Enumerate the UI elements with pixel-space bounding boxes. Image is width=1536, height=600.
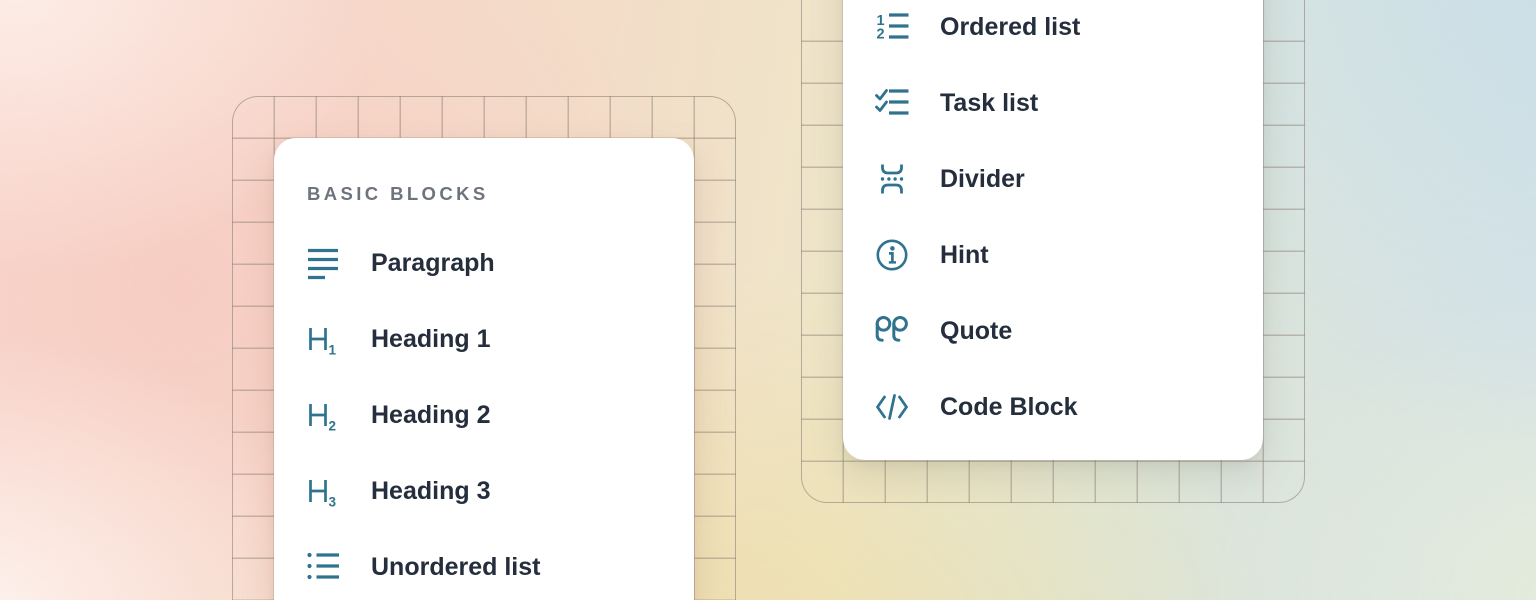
menu-rows: Paragraph 1 Heading 1 2 Heading 2	[274, 225, 694, 600]
menu-item-ordered-list[interactable]: 1 2 Ordered list	[843, 0, 1263, 65]
code-block-icon	[874, 389, 910, 425]
heading-3-icon: 3	[305, 473, 341, 509]
menu-item-heading-1[interactable]: 1 Heading 1	[274, 301, 694, 377]
menu-item-heading-3[interactable]: 3 Heading 3	[274, 453, 694, 529]
menu-item-quote[interactable]: Quote	[843, 293, 1263, 369]
svg-text:2: 2	[329, 419, 337, 434]
svg-text:2: 2	[877, 27, 885, 43]
menu-item-label: Quote	[940, 317, 1012, 346]
menu-item-label: Task list	[940, 89, 1038, 118]
menu-item-label: Divider	[940, 165, 1025, 194]
unordered-list-icon	[305, 549, 341, 585]
hint-icon	[874, 237, 910, 273]
menu-item-label: Hint	[940, 241, 989, 270]
block-menu-illustration: { "left_menu": { "section_header": "BASI…	[0, 0, 1536, 600]
menu-item-label: Ordered list	[940, 13, 1080, 42]
menu-item-heading-2[interactable]: 2 Heading 2	[274, 377, 694, 453]
menu-item-label: Paragraph	[371, 249, 495, 278]
menu-item-label: Heading 1	[371, 325, 490, 354]
menu-item-label: Code Block	[940, 393, 1078, 422]
task-list-icon	[874, 85, 910, 121]
paragraph-icon	[305, 245, 341, 281]
basic-blocks-menu-card: BASIC BLOCKS Paragraph 1 Heading 1 2	[274, 138, 694, 600]
menu-item-divider[interactable]: Divider	[843, 141, 1263, 217]
svg-text:1: 1	[329, 343, 337, 358]
menu-item-task-list[interactable]: Task list	[843, 65, 1263, 141]
heading-2-icon: 2	[305, 397, 341, 433]
menu-rows: 1 2 Ordered list Task list	[843, 0, 1263, 445]
menu-item-label: Heading 2	[371, 401, 490, 430]
heading-1-icon: 1	[305, 321, 341, 357]
menu-item-unordered-list[interactable]: Unordered list	[274, 529, 694, 600]
section-header-basic-blocks: BASIC BLOCKS	[307, 183, 489, 205]
svg-text:3: 3	[329, 495, 337, 510]
blocks-menu-card: 1 2 Ordered list Task list	[843, 0, 1263, 460]
ordered-list-icon: 1 2	[874, 9, 910, 45]
menu-item-hint[interactable]: Hint	[843, 217, 1263, 293]
menu-item-label: Unordered list	[371, 553, 540, 582]
menu-item-code-block[interactable]: Code Block	[843, 369, 1263, 445]
menu-item-label: Heading 3	[371, 477, 490, 506]
quote-icon	[874, 313, 910, 349]
divider-icon	[874, 161, 910, 197]
menu-item-paragraph[interactable]: Paragraph	[274, 225, 694, 301]
